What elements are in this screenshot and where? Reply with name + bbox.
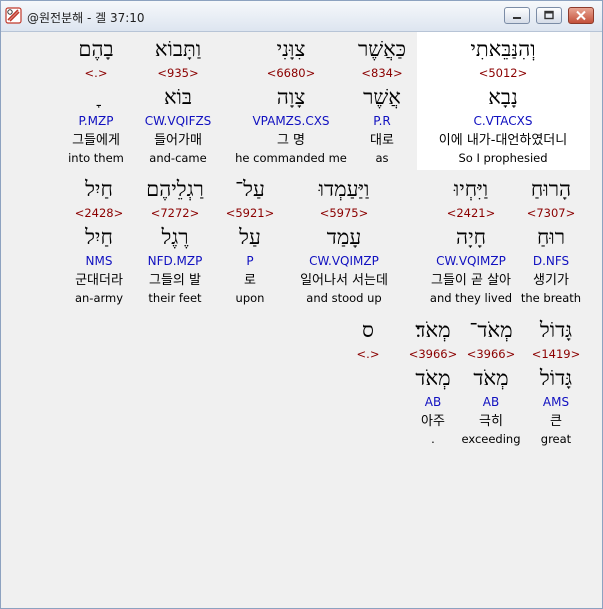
word-num-r2-c6: <2428>	[74, 206, 124, 220]
maximize-button[interactable]	[536, 7, 562, 24]
word-kor-r2-c2: 그들이 곧 살아	[430, 273, 512, 288]
word-morph-r1-c5: P.MZP	[78, 114, 114, 128]
word-heb-r1-c1[interactable]: וְהִנַּבֵּאתִי	[433, 36, 573, 62]
word-eng-r2-c6: an-army	[74, 291, 124, 305]
word-lemma-r2-c2: חָיָה	[455, 225, 486, 249]
word-eng-r1-c5: into them	[68, 151, 124, 165]
word-kor-r1-c5: 그들에게	[72, 133, 120, 148]
word-kor-r1-c1: 이에 내가-대언하였더니	[438, 133, 568, 148]
minimize-icon	[513, 17, 521, 19]
word-kor-r2-c6: 군대더라	[75, 273, 123, 288]
close-button[interactable]	[568, 7, 594, 24]
word-num-r1-c5: <.>	[84, 66, 108, 80]
word-lemma-r3-c4	[298, 365, 438, 391]
app-window: @원전분해 - 겔 37:10 וְהִנַּבֵּאתִי <5012> נָבָ…	[0, 0, 603, 609]
word-num-r2-c2: <2421>	[446, 206, 496, 220]
word-eng-r2-c2: and they lived	[429, 291, 513, 305]
word-analysis-pane: וְהִנַּבֵּאתִי <5012> נָבָא C.VTACXS 이에 내가-대…	[2, 32, 601, 607]
word-lemma-r1-c1: נָבָא	[488, 85, 518, 109]
word-heb-r1-c5[interactable]: בָהֶם	[26, 36, 166, 62]
maximize-icon	[544, 10, 554, 20]
word-morph-r1-c1: C.VTACXS	[473, 114, 533, 128]
word-morph-r2-c6: NMS	[85, 254, 113, 268]
word-morph-r3-c4	[298, 394, 438, 410]
app-logo-icon	[5, 7, 22, 24]
word-eng-r1-c1: So I prophesied	[458, 151, 548, 165]
close-icon	[576, 10, 586, 21]
word-eng-r3-c4	[298, 432, 438, 447]
window-title: @원전분해 - 겔 37:10	[27, 11, 145, 25]
minimize-button[interactable]	[504, 7, 530, 24]
word-kor-r3-c4	[298, 413, 438, 430]
title-bar[interactable]: @원전분해 - 겔 37:10	[1, 1, 602, 32]
word-heb-r3-c4[interactable]: ס	[298, 317, 438, 343]
word-num-r1-c1: <5012>	[478, 66, 528, 80]
word-lemma-r1-c5: ׇ	[26, 84, 166, 110]
word-heb-r2-c2[interactable]: וַיִּחְיוּ	[401, 176, 541, 202]
word-num-r3-c4: <.>	[356, 347, 380, 361]
word-heb-r2-c6[interactable]: חַיִל	[29, 176, 169, 202]
word-morph-r2-c2: CW.VQIMZP	[436, 254, 506, 268]
word-lemma-r2-c6: חַיִל	[85, 225, 113, 249]
